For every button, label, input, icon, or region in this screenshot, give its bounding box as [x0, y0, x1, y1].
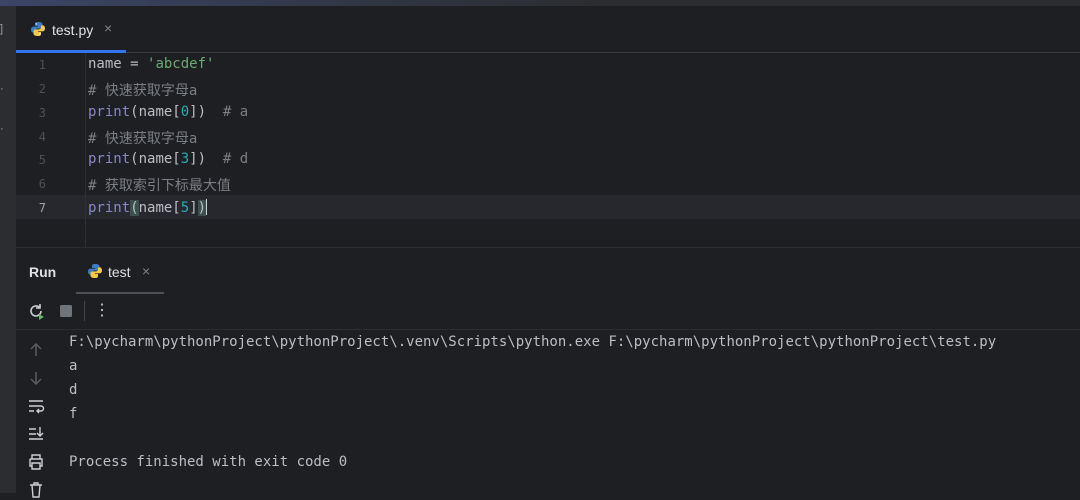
string-literal: 'abcdef' [147, 56, 215, 72]
line-number: 2 [38, 82, 46, 96]
tool-strip-mark[interactable]: · [0, 124, 4, 135]
number-literal: 5 [180, 200, 190, 216]
number-literal: 3 [180, 151, 190, 167]
tab-close-icon[interactable]: × [104, 20, 112, 36]
code-token: name[ [138, 200, 181, 216]
rerun-icon[interactable] [26, 301, 46, 321]
console-line-command: F:\pycharm\pythonProject\pythonProject\.… [69, 334, 997, 350]
soft-wrap-icon[interactable] [26, 396, 46, 416]
code-token: (name[ [130, 104, 181, 120]
run-panel-header: Run test × [16, 247, 1080, 294]
comment: # 获取索引下标最大值 [88, 178, 231, 194]
python-file-icon [31, 22, 45, 36]
console-line: d [69, 382, 78, 398]
code-token: ]) [189, 104, 223, 120]
run-panel-title: Run [29, 264, 57, 280]
code-token: ] [189, 200, 198, 216]
arrow-down-icon[interactable] [26, 368, 46, 388]
python-run-config-icon [88, 264, 102, 278]
tool-strip-mark[interactable]: ] [0, 24, 4, 35]
code-line-6: # 获取索引下标最大值 [88, 175, 231, 195]
line-number: 4 [38, 130, 46, 144]
code-line-4: # 快速获取字母a [88, 128, 197, 148]
toolbar-separator [84, 301, 85, 321]
print-icon[interactable] [26, 452, 46, 472]
code-line-3: print(name[0]) # a [88, 104, 248, 120]
builtin-print: print [88, 104, 131, 120]
run-tab-test[interactable]: test × [76, 248, 164, 294]
line-number-gutter: 1 2 3 4 5 6 7 [16, 53, 76, 247]
console-output[interactable]: F:\pycharm\pythonProject\pythonProject\.… [69, 330, 1069, 493]
console-line-exit: Process finished with exit code 0 [69, 454, 348, 470]
console-line: f [69, 406, 78, 422]
tab-test-py[interactable]: test.py × [16, 6, 126, 53]
number-literal: 0 [180, 104, 190, 120]
line-number-current: 7 [38, 201, 46, 215]
code-line-5: print(name[3]) # d [88, 151, 248, 167]
left-tool-strip: ] · · [0, 6, 16, 493]
matched-paren: ) [197, 200, 207, 216]
stop-icon[interactable] [56, 301, 76, 321]
run-tab-label: test [108, 264, 131, 280]
line-number: 6 [38, 177, 46, 191]
code-token: name = [88, 56, 148, 72]
comment: # a [222, 104, 249, 120]
line-number: 1 [38, 58, 46, 72]
code-line-7: print(name[5]) [88, 199, 208, 216]
editor-tab-bar: test.py × [16, 6, 1080, 53]
matched-paren: ( [130, 200, 139, 216]
comment: # 快速获取字母a [88, 131, 198, 147]
comment: # d [222, 151, 249, 167]
code-token: ]) [189, 151, 223, 167]
tab-filename: test.py [52, 22, 94, 38]
code-line-2: # 快速获取字母a [88, 80, 197, 100]
run-side-toolbar [16, 330, 56, 498]
text-caret [206, 199, 208, 215]
comment: # 快速获取字母a [88, 83, 198, 99]
run-toolbar: ⋮ [16, 293, 1080, 330]
code-line-1: name = 'abcdef' [88, 56, 214, 72]
console-line: a [69, 358, 78, 374]
builtin-print: print [88, 151, 131, 167]
more-vertical-icon[interactable]: ⋮ [94, 300, 110, 320]
line-number: 5 [38, 153, 46, 167]
arrow-up-icon[interactable] [26, 340, 46, 360]
scroll-to-end-icon[interactable] [26, 424, 46, 444]
run-tab-close-icon[interactable]: × [142, 263, 150, 279]
code-token: (name[ [130, 151, 181, 167]
code-editor[interactable]: 1 2 3 4 5 6 7 name = 'abcdef' # 快速获取字母a … [16, 53, 1080, 247]
tool-strip-mark[interactable]: · [0, 84, 4, 95]
builtin-print: print [88, 200, 131, 216]
fold-guide [85, 53, 86, 247]
line-number: 3 [38, 106, 46, 120]
trash-icon[interactable] [26, 480, 46, 500]
